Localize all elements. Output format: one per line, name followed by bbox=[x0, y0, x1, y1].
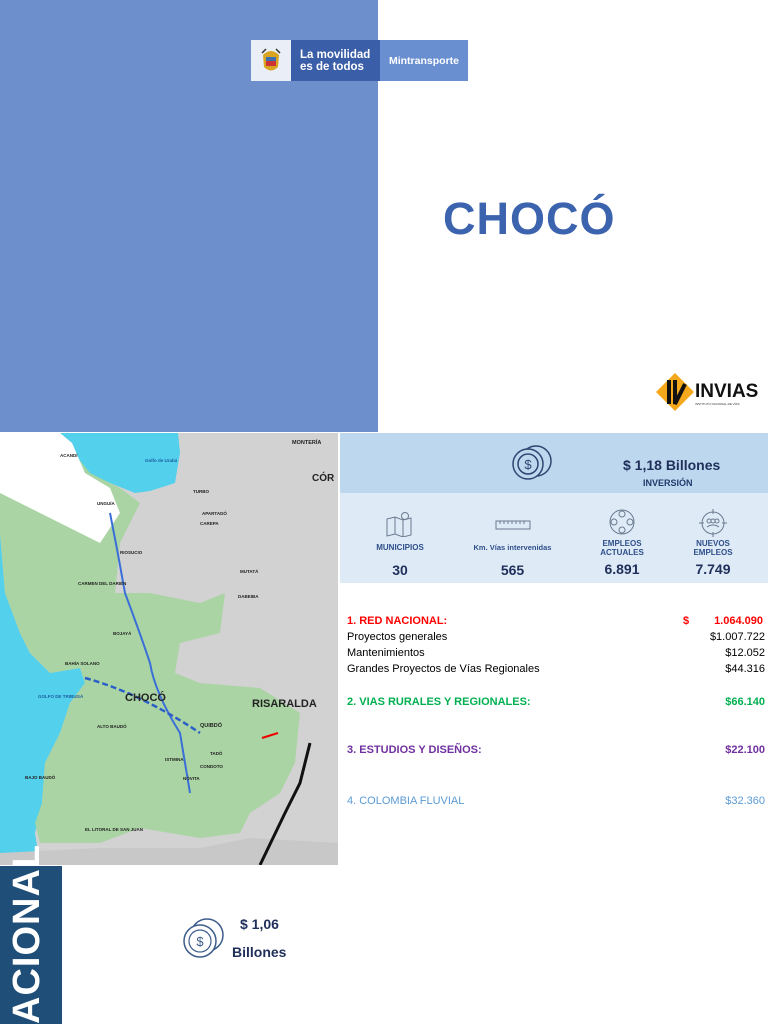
stat-label: NUEVOS EMPLEOS bbox=[693, 539, 733, 557]
map-label-novita: NÓVITA bbox=[183, 776, 200, 781]
item-label: Grandes Proyectos de Vías Regionales bbox=[347, 663, 540, 675]
fluvial-label: 4. COLOMBIA FLUVIAL bbox=[347, 795, 465, 807]
choco-map: CHOCÓ RISARALDA QUIBDÓ MONTERÍA CÓR ACAN… bbox=[0, 433, 338, 865]
map-label-unguia: UNGUÍA bbox=[97, 501, 115, 506]
invias-logo: INVIAS INSTITUTO NACIONAL DE VÍAS bbox=[655, 372, 758, 412]
estudios-label: 3. ESTUDIOS Y DISEÑOS: bbox=[347, 744, 482, 756]
svg-text:$: $ bbox=[196, 934, 204, 949]
fluvial-value: $32.360 bbox=[725, 795, 765, 807]
logo-slogan: La movilidad es de todos bbox=[291, 40, 380, 81]
vias-rurales-value: $66.140 bbox=[725, 696, 765, 708]
map-label-carmen-darien: CARMEN DEL DARIÉN bbox=[78, 581, 127, 586]
investment-header: $ $ 1,18 Billones INVERSIÓN bbox=[340, 433, 768, 493]
slogan-line-1: La movilidad bbox=[300, 49, 371, 61]
nacional-unit: Billones bbox=[232, 944, 287, 960]
vias-rurales-label: 2. VIAS RURALES Y REGIONALES: bbox=[347, 696, 531, 708]
map-icon bbox=[386, 512, 412, 537]
map-label-dabeiba: DABEIBA bbox=[238, 594, 259, 599]
invias-wordmark: INVIAS bbox=[695, 381, 759, 402]
nacional-amount: $ 1,06 bbox=[240, 916, 279, 932]
investment-label: INVERSIÓN bbox=[643, 478, 693, 488]
item-label: Mantenimientos bbox=[347, 647, 425, 659]
map-label-litoral: EL LITORAL DE SAN JUAN bbox=[85, 827, 144, 832]
stat-label: Km. Vías intervenidas bbox=[473, 543, 552, 552]
invias-diamond-icon bbox=[656, 373, 694, 411]
invias-subtitle: INSTITUTO NACIONAL DE VÍAS bbox=[695, 402, 740, 406]
map-label-golfo-tribuga: GOLFO DE TRIBUGÁ bbox=[38, 694, 84, 699]
stat-municipios: MUNICIPIOS 30 bbox=[365, 511, 435, 578]
map-label-acandi: ACANDÍ bbox=[60, 453, 78, 458]
map-label-bojaya: BOJAYÁ bbox=[113, 631, 132, 636]
map-label-tado: TADÓ bbox=[210, 751, 223, 756]
map-label-monteria: MONTERÍA bbox=[292, 440, 322, 446]
map-label-apartado: APARTADÓ bbox=[202, 511, 227, 516]
slogan-line-2: es de todos bbox=[300, 61, 364, 73]
target-people-icon bbox=[699, 509, 727, 537]
estudios-row: 3. ESTUDIOS Y DISEÑOS: $22.100 bbox=[347, 744, 765, 756]
map-label-risaralda: RISARALDA bbox=[252, 698, 317, 710]
stats-panel: MUNICIPIOS 30 Km. Vías intervenidas 565 … bbox=[340, 493, 768, 583]
estudios-value: $22.100 bbox=[725, 744, 765, 756]
item-value: $44.316 bbox=[725, 663, 765, 675]
stat-value: 7.749 bbox=[695, 561, 731, 577]
stat-value: 6.891 bbox=[604, 561, 640, 577]
map-label-riosucio: RIOSUCIO bbox=[120, 550, 143, 555]
coat-of-arms-icon bbox=[251, 40, 291, 81]
map-label-istmina: ISTMINA bbox=[165, 757, 184, 762]
nacional-side-label: ACIONAL bbox=[6, 843, 48, 1024]
logo-ministry: Mintransporte bbox=[380, 40, 468, 81]
stat-nuevos-empleos: NUEVOS EMPLEOS 7.749 bbox=[678, 509, 748, 577]
page-title: CHOCÓ bbox=[443, 193, 616, 244]
item-value: $12.052 bbox=[725, 647, 765, 659]
red-nacional-row: 1. RED NACIONAL: $1.064.090 bbox=[347, 615, 765, 627]
map-label-alto-baudo: ALTO BAUDÓ bbox=[97, 724, 127, 729]
coins-icon: $ bbox=[183, 918, 224, 958]
vias-rurales-row: 2. VIAS RURALES Y REGIONALES: $66.140 bbox=[347, 696, 765, 708]
fluvial-row: 4. COLOMBIA FLUVIAL $32.360 bbox=[347, 795, 765, 807]
investment-amount: $ 1,18 Billones bbox=[623, 457, 721, 473]
people-network-icon bbox=[609, 509, 635, 535]
map-label-mutata: MUTATÁ bbox=[240, 569, 259, 574]
breakdown-item: Grandes Proyectos de Vías Regionales $44.… bbox=[347, 663, 765, 675]
ruler-icon bbox=[495, 520, 530, 530]
coins-icon: $ bbox=[512, 445, 552, 480]
svg-text:$: $ bbox=[524, 457, 532, 472]
stat-label: MUNICIPIOS bbox=[376, 543, 424, 552]
stat-value: 565 bbox=[500, 562, 525, 578]
red-nacional-currency: $ bbox=[682, 615, 690, 627]
map-label-bahia-solano: BAHÍA SOLANO bbox=[65, 661, 100, 666]
map-label-golfo-uraba: Golfo de Urabá bbox=[145, 458, 178, 463]
stat-value: 30 bbox=[392, 562, 408, 578]
red-nacional-label: 1. RED NACIONAL: bbox=[347, 615, 448, 627]
map-label-quibdo: QUIBDÓ bbox=[200, 723, 222, 729]
breakdown-item: Mantenimientos $12.052 bbox=[347, 647, 765, 659]
map-label-cordoba: CÓR bbox=[312, 473, 335, 484]
item-label: Proyectos generales bbox=[347, 631, 448, 643]
red-nacional-value: 1.064.090 bbox=[714, 615, 763, 627]
map-label-choco: CHOCÓ bbox=[125, 692, 166, 704]
map-label-bajo-baudo: BAJO BAUDÓ bbox=[25, 775, 56, 780]
stat-empleos-actuales: EMPLEOS ACTUALES 6.891 bbox=[587, 507, 657, 577]
map-label-carepa: CAREPA bbox=[200, 521, 219, 526]
mintransporte-logo: La movilidad es de todos Mintransporte bbox=[251, 40, 468, 81]
item-value: $1.007.722 bbox=[709, 631, 765, 643]
stat-km-vias: Km. Vías intervenidas 565 bbox=[465, 519, 560, 578]
stat-label: EMPLEOS ACTUALES bbox=[600, 539, 644, 557]
map-label-turbo: TURBO bbox=[193, 489, 209, 494]
breakdown-item: Proyectos generales $1.007.722 bbox=[347, 631, 765, 643]
map-label-condoto: CONDOTO bbox=[200, 764, 223, 769]
